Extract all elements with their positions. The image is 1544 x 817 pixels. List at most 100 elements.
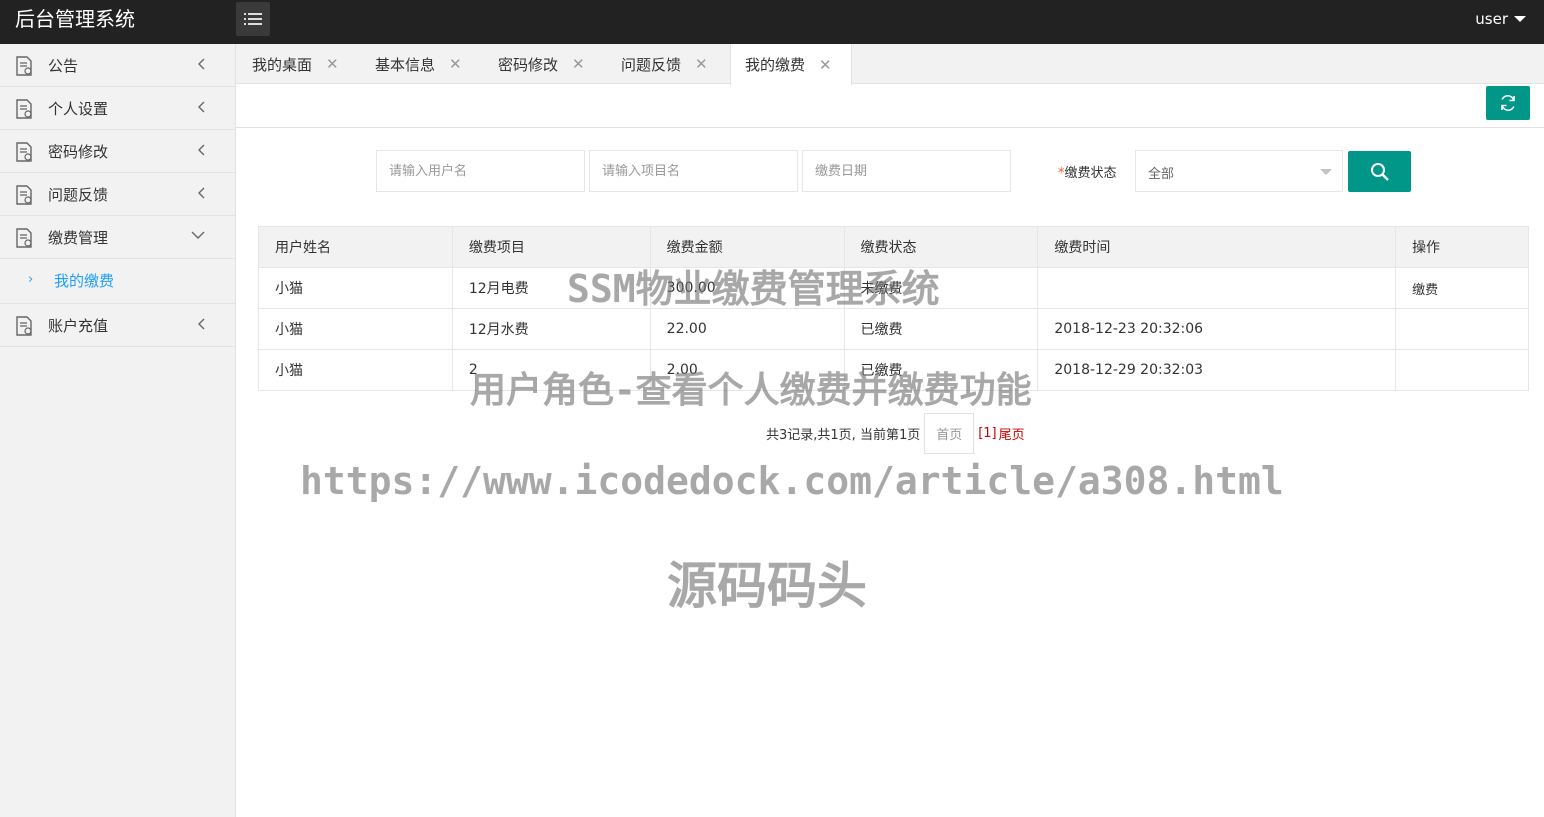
chevron-right-icon: › <box>28 272 34 287</box>
item-search-input[interactable] <box>589 150 798 192</box>
refresh-button[interactable] <box>1486 86 1530 120</box>
cell-amount: 2.00 <box>649 349 845 391</box>
sidebar-subitem-label: 我的缴费 <box>54 272 115 290</box>
pagination-info: 共3记录,共1页, 当前第1页 <box>766 428 921 443</box>
table-row: 小猫 12月电费 300.00 未缴费 缴费 <box>258 267 1529 309</box>
tab-label: 我的桌面 <box>252 55 313 74</box>
tab-label: 基本信息 <box>375 55 436 74</box>
chevron-left-icon <box>198 187 205 199</box>
cell-time <box>1037 267 1397 309</box>
sidebar-item-label: 个人设置 <box>48 100 109 118</box>
cell-status: 已缴费 <box>843 308 1039 350</box>
caret-down-icon <box>1514 16 1526 22</box>
chevron-down-icon <box>191 231 205 239</box>
tab-my-desktop[interactable]: 我的桌面 ✕ <box>252 44 339 84</box>
sidebar-item-label: 公告 <box>48 57 79 75</box>
column-header-time: 缴费时间 <box>1037 226 1397 268</box>
status-select[interactable]: 全部 <box>1135 150 1343 192</box>
document-icon <box>16 142 32 162</box>
sidebar-item-label: 密码修改 <box>48 143 109 161</box>
tab-label: 密码修改 <box>498 55 559 74</box>
close-icon[interactable]: ✕ <box>695 55 708 73</box>
close-icon[interactable]: ✕ <box>819 56 832 74</box>
chevron-left-icon <box>198 101 205 113</box>
sidebar-item-label: 缴费管理 <box>48 229 109 247</box>
cell-item: 12月水费 <box>451 308 651 350</box>
cell-item: 2 <box>451 349 651 391</box>
tab-basic-info[interactable]: 基本信息 ✕ <box>375 44 462 84</box>
status-label: *缴费状态 <box>1058 162 1117 181</box>
column-header-status: 缴费状态 <box>843 226 1039 268</box>
close-icon[interactable]: ✕ <box>572 55 585 73</box>
table-row: 小猫 12月水费 22.00 已缴费 2018-12-23 20:32:06 <box>258 308 1529 350</box>
sidebar-item-password[interactable]: 密码修改 <box>0 130 235 173</box>
sidebar-item-notice[interactable]: 公告 <box>0 44 235 87</box>
cell-username: 小猫 <box>258 308 453 350</box>
column-header-username: 用户姓名 <box>258 226 453 268</box>
search-icon <box>1370 162 1389 181</box>
column-header-item: 缴费项目 <box>451 226 651 268</box>
cell-amount: 300.00 <box>649 267 845 309</box>
user-menu[interactable]: user <box>1475 10 1526 28</box>
app-title: 后台管理系统 <box>15 7 135 31</box>
caret-down-icon <box>1320 169 1332 175</box>
column-header-action: 操作 <box>1395 226 1529 268</box>
pay-link[interactable]: 缴费 <box>1412 283 1438 298</box>
current-page-link[interactable]: [1] <box>978 426 996 441</box>
sidebar-item-account-recharge[interactable]: 账户充值 <box>0 304 235 347</box>
cell-action <box>1395 349 1529 391</box>
search-button[interactable] <box>1348 151 1411 192</box>
document-icon <box>16 316 32 336</box>
sidebar-subitem-my-payments[interactable]: › 我的缴费 <box>0 259 235 304</box>
cell-item: 12月电费 <box>451 267 651 309</box>
top-header: 后台管理系统 user <box>0 0 1544 44</box>
chevron-left-icon <box>198 318 205 330</box>
cell-username: 小猫 <box>258 349 453 391</box>
close-icon[interactable]: ✕ <box>449 55 462 73</box>
refresh-icon <box>1501 94 1515 112</box>
cell-action: 缴费 <box>1395 267 1529 309</box>
cell-amount: 22.00 <box>649 308 845 350</box>
menu-toggle-button[interactable] <box>236 2 270 36</box>
cell-action <box>1395 308 1529 350</box>
status-label-text: 缴费状态 <box>1064 166 1117 181</box>
cell-username: 小猫 <box>258 267 453 309</box>
hamburger-icon <box>244 13 262 25</box>
chevron-left-icon <box>198 58 205 70</box>
content-toolbar <box>236 84 1544 128</box>
sidebar-item-feedback[interactable]: 问题反馈 <box>0 173 235 216</box>
pagination: 共3记录,共1页, 当前第1页 首页 [1] 尾页 <box>766 413 1025 454</box>
tab-my-payments[interactable]: 我的缴费 ✕ <box>730 44 852 85</box>
user-name: user <box>1475 10 1508 28</box>
close-icon[interactable]: ✕ <box>326 55 339 73</box>
tab-label: 问题反馈 <box>621 55 682 74</box>
cell-status: 已缴费 <box>843 349 1039 391</box>
tab-feedback[interactable]: 问题反馈 ✕ <box>621 44 708 84</box>
document-icon <box>16 228 32 248</box>
table-header-row: 用户姓名 缴费项目 缴费金额 缴费状态 缴费时间 操作 <box>258 226 1529 268</box>
document-icon <box>16 99 32 119</box>
tab-bar: 我的桌面 ✕ 基本信息 ✕ 密码修改 ✕ 问题反馈 ✕ 我的缴费 ✕ <box>236 44 1544 85</box>
sidebar-item-label: 账户充值 <box>48 317 109 335</box>
date-search-input[interactable] <box>802 150 1011 192</box>
first-page-button[interactable]: 首页 <box>924 413 975 454</box>
sidebar-item-personal-settings[interactable]: 个人设置 <box>0 87 235 130</box>
username-search-input[interactable] <box>376 150 585 192</box>
cell-time: 2018-12-29 20:32:03 <box>1037 349 1397 391</box>
tab-password[interactable]: 密码修改 ✕ <box>498 44 585 84</box>
column-header-amount: 缴费金额 <box>649 226 845 268</box>
table-row: 小猫 2 2.00 已缴费 2018-12-29 20:32:03 <box>258 349 1529 391</box>
cell-time: 2018-12-23 20:32:06 <box>1037 308 1397 350</box>
sidebar-item-label: 问题反馈 <box>48 186 109 204</box>
status-select-value: 全部 <box>1148 167 1175 182</box>
payments-table: 用户姓名 缴费项目 缴费金额 缴费状态 缴费时间 操作 小猫 12月电费 300… <box>258 226 1529 391</box>
sidebar-item-payment-management[interactable]: 缴费管理 <box>0 216 235 259</box>
chevron-left-icon <box>198 144 205 156</box>
last-page-link[interactable]: 尾页 <box>999 424 1025 443</box>
document-icon <box>16 185 32 205</box>
tab-label: 我的缴费 <box>745 56 806 74</box>
sidebar: 公告 个人设置 密码修改 问题反馈 缴费管理 › 我的缴费 账户充值 <box>0 44 236 817</box>
document-icon <box>16 56 32 76</box>
watermark-brand: 源码码头 <box>667 557 867 615</box>
cell-status: 未缴费 <box>843 267 1039 309</box>
